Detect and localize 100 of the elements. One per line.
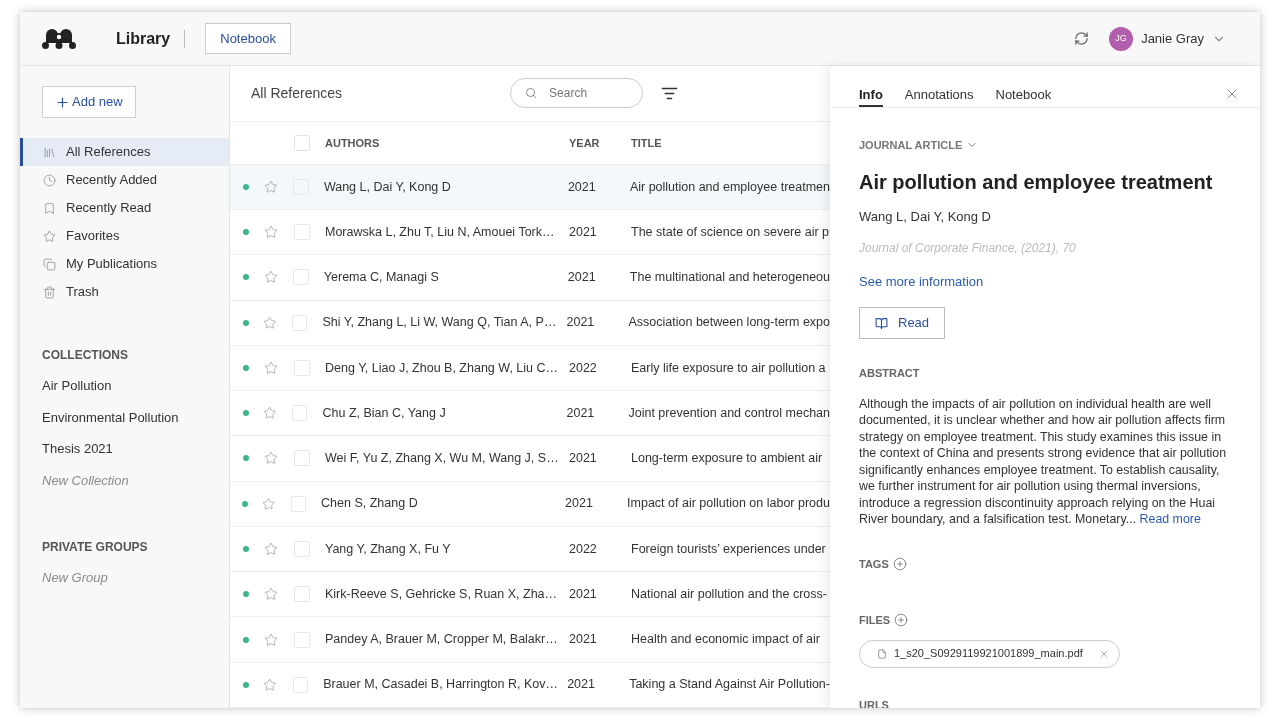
logo-icon <box>42 27 76 50</box>
avatar: JG <box>1109 26 1134 51</box>
type-dropdown[interactable]: JOURNAL ARTICLE <box>859 136 979 153</box>
star-icon[interactable] <box>263 270 278 285</box>
authors-cell-text: Chu Z, Bian C, Yang J <box>322 404 447 422</box>
authors-cell-text: Morawska L, Zhu T, Liu N, Amouei Tork… <box>325 223 556 241</box>
authors-cell-text: Wang L, Dai Y, Kong D <box>323 178 452 196</box>
title-cell-text: Joint prevention and control mechan <box>628 404 830 422</box>
star-icon[interactable] <box>264 587 278 602</box>
star-icon[interactable] <box>264 632 278 647</box>
nav-item[interactable]: Favorites <box>20 222 229 250</box>
plus-icon <box>55 94 70 110</box>
see-more-link[interactable]: See more information <box>859 271 984 291</box>
section-heading: ABSTRACT <box>859 366 920 381</box>
trash-icon <box>43 285 56 299</box>
nav-item[interactable]: My Publications <box>20 250 229 278</box>
authors-cell-text: Brauer M, Casadei B, Harrington R, Kov… <box>323 676 559 694</box>
panel-tab[interactable]: Annotations <box>904 66 974 107</box>
year-cell-text: 2021 <box>567 178 597 196</box>
abstract-text: Although the impacts of air pollution on individual health are well documented, it is unclear whether and how air pollution affects firm strategy on employee treatment. This study examines this issue in the context of China and presents strong evidence that air pollution significantly enhances employee treatment. To establish causality, we further instrument for air pollution using thermal inversions, introduce a regression discontinuity approach relying on the Huai River boundary, and a falsification test. Monetary... Read more <box>859 395 1228 528</box>
column-header[interactable]: AUTHORS <box>325 134 569 152</box>
collection-item[interactable]: Air Pollution <box>20 370 229 402</box>
star-icon[interactable] <box>263 179 278 194</box>
title-cell-text: Air pollution and employee treatmen <box>629 178 830 196</box>
reference-source: Journal of Corporate Finance, (2021), 70 <box>859 239 1076 257</box>
title-cell-text: Impact of air pollution on labor produ <box>627 495 830 513</box>
nav-item[interactable]: Recently Added <box>20 166 229 194</box>
column-header[interactable]: YEAR <box>569 134 631 152</box>
title-cell-text: Health and economic impact of air <box>631 631 820 649</box>
search-field[interactable]: Search <box>510 78 644 109</box>
pages-icon <box>43 257 56 271</box>
star-icon[interactable] <box>263 677 277 692</box>
read-more-link[interactable]: Read more <box>1139 512 1201 526</box>
collection-item[interactable]: Environmental Pollution <box>20 401 229 433</box>
title-cell-text: Long-term exposure to ambient air <box>631 450 823 468</box>
title-cell-text: Early life exposure to air pollution a <box>631 359 826 377</box>
title-cell-text: Foreign tourists’ experiences under <box>631 540 826 558</box>
reference-authors: Wang L, Dai Y, Kong D <box>859 208 991 226</box>
authors-cell-text: Shi Y, Zhang L, Li W, Wang Q, Tian A, P… <box>322 314 558 332</box>
collection-item[interactable]: Thesis 2021 <box>20 433 229 465</box>
section-heading: FILES <box>859 613 891 628</box>
star-icon[interactable] <box>264 542 278 556</box>
add-icon[interactable] <box>894 613 909 628</box>
title-cell-text: The state of science on severe air p <box>631 223 830 241</box>
section-heading: URLS <box>859 697 889 708</box>
refresh-icon[interactable] <box>1074 31 1090 46</box>
authors-cell-text: Kirk-Reeve S, Gehricke S, Ruan X, Zha… <box>325 585 559 603</box>
library-icon <box>43 145 56 159</box>
year-cell-text: 2021 <box>569 450 598 468</box>
list-title: All References <box>251 83 343 103</box>
year-cell-text: 2021 <box>569 585 598 603</box>
checkbox[interactable] <box>294 134 310 151</box>
panel-tab[interactable]: Info <box>859 66 883 107</box>
year-cell-text: 2021 <box>567 269 597 287</box>
star-icon[interactable] <box>264 451 278 466</box>
reference-row[interactable]: Wang L, Dai Y, Kong D 2021 Air pollution and employee treatmen <box>230 164 830 210</box>
star-icon <box>43 229 56 243</box>
star-icon[interactable] <box>263 315 277 330</box>
panel-tab[interactable]: Notebook <box>995 66 1052 107</box>
add-icon[interactable] <box>892 556 907 571</box>
title-cell-text: National air pollution and the cross- <box>631 585 827 603</box>
read-button[interactable]: Read <box>859 307 946 339</box>
authors-cell-text: Wei F, Yu Z, Zhang X, Wu M, Wang J, S… <box>325 450 560 468</box>
star-icon[interactable] <box>262 496 276 511</box>
section-heading: TAGS <box>859 556 889 572</box>
remove-icon[interactable] <box>1098 648 1109 659</box>
nav-item[interactable]: Recently Read <box>20 194 229 222</box>
authors-cell-text: Yang Y, Zhang X, Fu Y <box>325 540 452 558</box>
add-new-button[interactable]: Add new <box>42 86 136 118</box>
authors-cell-text: Pandey A, Brauer M, Cropper M, Balakr… <box>325 631 559 649</box>
star-icon[interactable] <box>264 360 278 375</box>
authors-cell-text: Chen S, Zhang D <box>321 495 419 513</box>
bookmark-icon <box>43 201 56 215</box>
clock-icon <box>43 173 56 187</box>
section-heading: PRIVATE GROUPS <box>41 539 149 556</box>
reference-title: Air pollution and employee treatment <box>859 170 1213 195</box>
year-cell-text: 2022 <box>569 540 598 558</box>
nav-item[interactable]: All References <box>20 138 229 166</box>
year-cell-text: 2022 <box>569 359 598 377</box>
year-cell-text: 2021 <box>565 495 594 513</box>
notebook-button[interactable]: Notebook <box>205 23 291 54</box>
book-icon <box>875 316 888 330</box>
title-cell-text: The multinational and heterogeneou <box>629 269 830 287</box>
user-menu[interactable]: JG Janie Gray <box>1109 26 1226 51</box>
title-cell-text: Taking a Stand Against Air Pollution- <box>629 676 830 694</box>
year-cell-text: 2021 <box>566 404 596 422</box>
star-icon[interactable] <box>263 406 277 421</box>
section-heading: COLLECTIONS <box>41 347 129 364</box>
authors-cell-text: Deng Y, Liao J, Zhou B, Zhang W, Liu C… <box>325 359 559 377</box>
title-cell-text: Association between long-term expo <box>628 314 830 332</box>
column-header[interactable]: TITLE <box>631 134 662 152</box>
year-cell-text: 2021 <box>566 314 596 332</box>
year-cell-text: 2021 <box>569 223 598 241</box>
section-title: Library <box>116 28 171 49</box>
file-icon <box>877 648 887 659</box>
nav-item[interactable]: Trash <box>20 278 229 306</box>
search-icon <box>525 87 538 100</box>
year-cell-text: 2021 <box>567 676 596 694</box>
authors-cell-text: Yerema C, Managi S <box>323 269 440 287</box>
star-icon[interactable] <box>264 225 278 240</box>
